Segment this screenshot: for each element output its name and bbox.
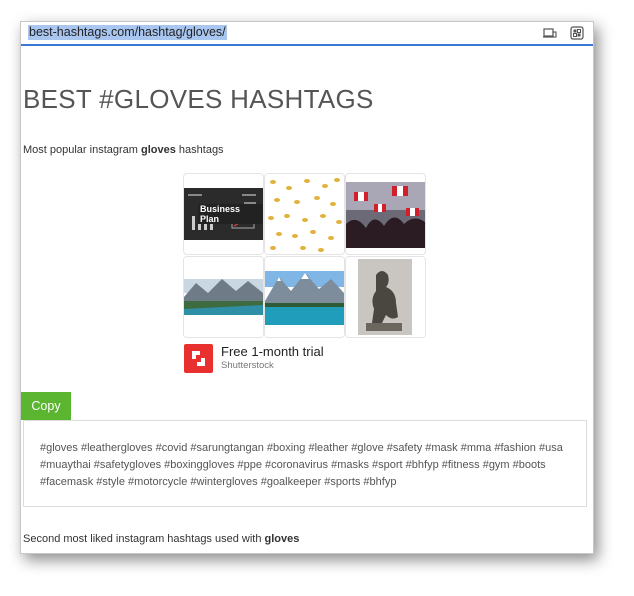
- ad-image-business-plan[interactable]: Business Plan: [183, 173, 264, 255]
- ad-title[interactable]: Free 1-month trial: [221, 344, 324, 359]
- devices-icon[interactable]: [542, 25, 558, 41]
- hashtags-text[interactable]: #gloves #leathergloves #covid #sarungtan…: [40, 440, 570, 491]
- shutterstock-logo[interactable]: [184, 344, 213, 373]
- hashtags-box[interactable]: #gloves #leathergloves #covid #sarungtan…: [23, 420, 587, 507]
- extensions-icon[interactable]: [569, 25, 585, 41]
- ad-image-flags[interactable]: [345, 173, 426, 255]
- browser-window: best-hashtags.com/hashtag/gloves/ BEST #…: [20, 21, 594, 554]
- ad-image-mountains[interactable]: [264, 256, 345, 338]
- second-hashtags-heading: Second most liked instagram hashtags use…: [23, 533, 300, 545]
- address-bar[interactable]: best-hashtags.com/hashtag/gloves/: [21, 22, 593, 46]
- ad-image-lake[interactable]: [183, 256, 264, 338]
- copy-button[interactable]: Copy: [21, 392, 71, 420]
- ad-source[interactable]: Shutterstock: [221, 360, 274, 371]
- ad-image-text: Business Plan: [198, 204, 263, 224]
- ad-image-thinker-statue[interactable]: [345, 256, 426, 338]
- url-text[interactable]: best-hashtags.com/hashtag/gloves/: [28, 25, 227, 40]
- popular-hashtags-heading: Most popular instagram gloves hashtags: [23, 144, 224, 156]
- ad-image-bees[interactable]: [264, 173, 345, 255]
- page-title: BEST #GLOVES HASHTAGS: [23, 84, 374, 114]
- advertisement[interactable]: ▷ ✕ Business Plan: [183, 173, 427, 373]
